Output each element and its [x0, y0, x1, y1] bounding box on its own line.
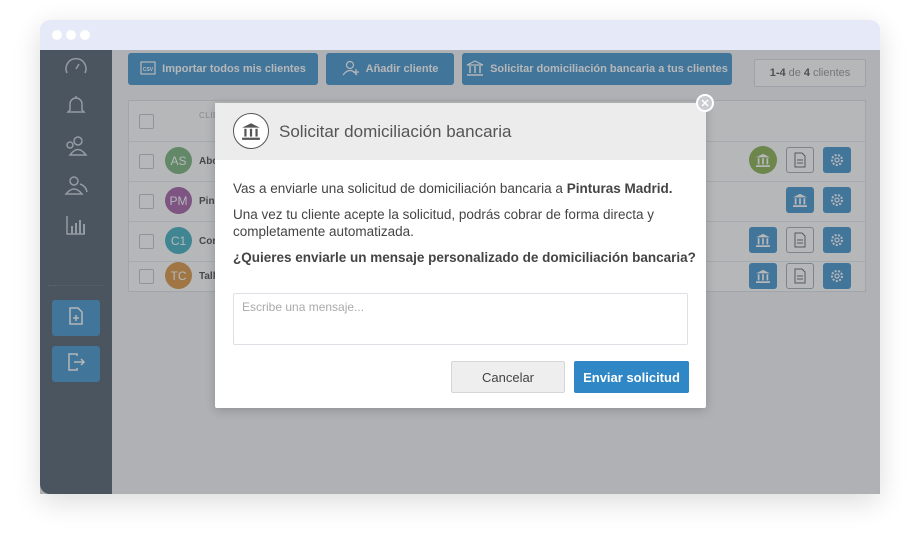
modal-description: Una vez tu cliente acepte la solicitud, …	[233, 207, 654, 239]
title-bar	[40, 20, 880, 50]
send-request-button[interactable]: Enviar solicitud	[574, 361, 689, 393]
direct-debit-modal: Solicitar domiciliación bancaria Vas a e…	[215, 103, 706, 408]
modal-title: Solicitar domiciliación bancaria	[279, 122, 512, 141]
close-icon[interactable]	[696, 94, 714, 112]
modal-intro-text: Vas a enviarle una solicitud de domicili…	[233, 181, 567, 196]
bank-icon	[233, 113, 269, 149]
cancel-button[interactable]: Cancelar	[451, 361, 565, 393]
modal-intro: Vas a enviarle una solicitud de domicili…	[233, 180, 672, 197]
modal-header: Solicitar domiciliación bancaria	[215, 103, 706, 160]
message-input[interactable]	[233, 293, 688, 345]
modal-question: ¿Quieres enviarle un mensaje personaliza…	[233, 250, 696, 265]
window-dot	[80, 30, 90, 40]
window-dot	[52, 30, 62, 40]
window-dot	[66, 30, 76, 40]
client-name-highlight: Pinturas Madrid.	[566, 181, 673, 196]
